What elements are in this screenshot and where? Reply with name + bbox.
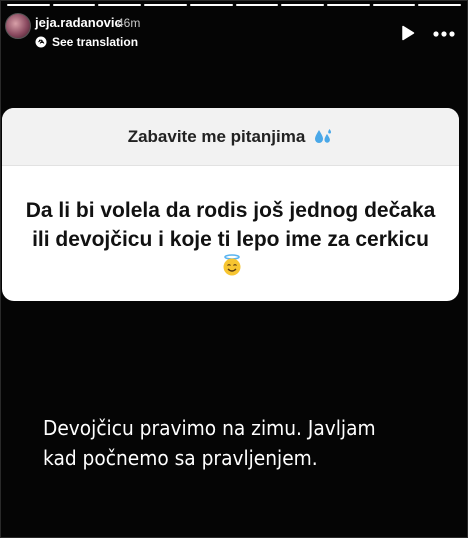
- post-time: 46m: [117, 16, 141, 30]
- story-viewer: jeja.radanovic 46m See translation Zabav…: [0, 0, 468, 538]
- username[interactable]: jeja.radanovic: [35, 15, 122, 30]
- avatar[interactable]: [5, 13, 31, 39]
- see-translation-label: See translation: [52, 35, 139, 49]
- story-progress-segment: [98, 4, 142, 6]
- story-progress-segment: [418, 4, 462, 6]
- story-progress-segment: [144, 4, 187, 6]
- story-progress-segment: [7, 4, 50, 6]
- story-progress-segment: [189, 4, 233, 6]
- story-progress-segment: [52, 4, 96, 6]
- translate-icon: [35, 36, 47, 48]
- story-progress-segment: [281, 4, 324, 6]
- story-progress-segment: [372, 4, 416, 6]
- story-progress-segment: [326, 4, 370, 6]
- question-sticker-header: Zabavite me pitanjima: [2, 108, 459, 166]
- water-drops-icon: [315, 128, 332, 143]
- story-progress-segment: [235, 4, 279, 6]
- story-header: jeja.radanovic 46m See translation: [1, 11, 467, 55]
- smiling-face-with-halo-icon: [223, 254, 240, 276]
- see-translation-button[interactable]: See translation: [35, 34, 138, 50]
- more-options-icon[interactable]: [433, 31, 455, 37]
- question-text: Da li bi volela da rodis još jednog deča…: [25, 199, 436, 251]
- answer-text: Devojčicu pravimo na zimu. Javljam kad p…: [43, 416, 376, 470]
- play-icon[interactable]: [401, 25, 415, 41]
- question-sticker-title: Zabavite me pitanjima: [127, 126, 306, 146]
- question-sticker[interactable]: Zabavite me pitanjima Da li bi volela da…: [2, 108, 459, 301]
- question-sticker-body: Da li bi volela da rodis još jednog deča…: [2, 166, 459, 277]
- story-progress-bar: [7, 4, 462, 7]
